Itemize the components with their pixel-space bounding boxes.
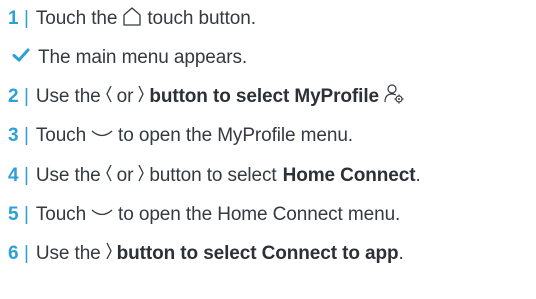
- step-text: to open the MyProfile menu.: [118, 125, 353, 146]
- step-separator: |: [24, 165, 29, 186]
- checkmark-icon: [12, 47, 32, 69]
- step-separator: |: [24, 8, 29, 29]
- result-text: The main menu appears.: [38, 47, 248, 68]
- step-text: or: [116, 86, 134, 107]
- step-text: .: [415, 165, 421, 186]
- instruction-steps: 1 | Touch the touch button. The main men…: [0, 0, 536, 299]
- step-text: .: [398, 243, 404, 264]
- step-2: 2 | Use the or button to select MyProfil…: [8, 82, 409, 112]
- step-text-bold: button to select MyProfile: [149, 86, 379, 107]
- step-separator: |: [24, 86, 29, 107]
- step-text-bold: Home Connect: [282, 165, 416, 186]
- step-text: or: [116, 165, 134, 186]
- step-3: 3 | Touch to open the MyProfile menu.: [8, 121, 353, 151]
- chevron-left-icon: [105, 163, 113, 189]
- chevron-right-icon: [137, 84, 145, 110]
- step-number: 2: [8, 86, 19, 107]
- chevron-down-icon: [90, 204, 114, 226]
- step-5: 5 | Touch to open the Home Connect menu.: [8, 200, 400, 230]
- step-text: Touch the: [35, 8, 118, 29]
- step-4: 4 | Use the or button to select Home Con…: [8, 161, 421, 191]
- step-number: 6: [8, 243, 19, 264]
- step-text: touch button.: [147, 8, 256, 29]
- step-text-bold: button to select Connect to app: [116, 243, 399, 264]
- home-icon: [121, 5, 143, 33]
- step-6: 6 | Use the button to select Connect to …: [8, 239, 404, 269]
- step-text: Use the: [35, 86, 101, 107]
- step-separator: |: [24, 204, 29, 225]
- step-text: Touch: [35, 204, 87, 225]
- chevron-left-icon: [105, 84, 113, 110]
- step-number: 1: [8, 8, 19, 29]
- myprofile-icon: [383, 83, 405, 111]
- step-1: 1 | Touch the touch button.: [8, 4, 256, 34]
- step-number: 4: [8, 165, 19, 186]
- chevron-right-icon: [105, 241, 113, 267]
- step-number: 3: [8, 125, 19, 146]
- step-result: The main menu appears.: [8, 43, 247, 73]
- step-separator: |: [24, 243, 29, 264]
- step-text: Touch: [35, 125, 87, 146]
- step-text: Use the: [35, 243, 101, 264]
- step-text: Use the: [35, 165, 101, 186]
- step-separator: |: [24, 125, 29, 146]
- step-text: to open the Home Connect menu.: [118, 204, 401, 225]
- step-number: 5: [8, 204, 19, 225]
- step-text: button to select: [149, 165, 277, 186]
- chevron-down-icon: [90, 125, 114, 147]
- chevron-right-icon: [137, 163, 145, 189]
